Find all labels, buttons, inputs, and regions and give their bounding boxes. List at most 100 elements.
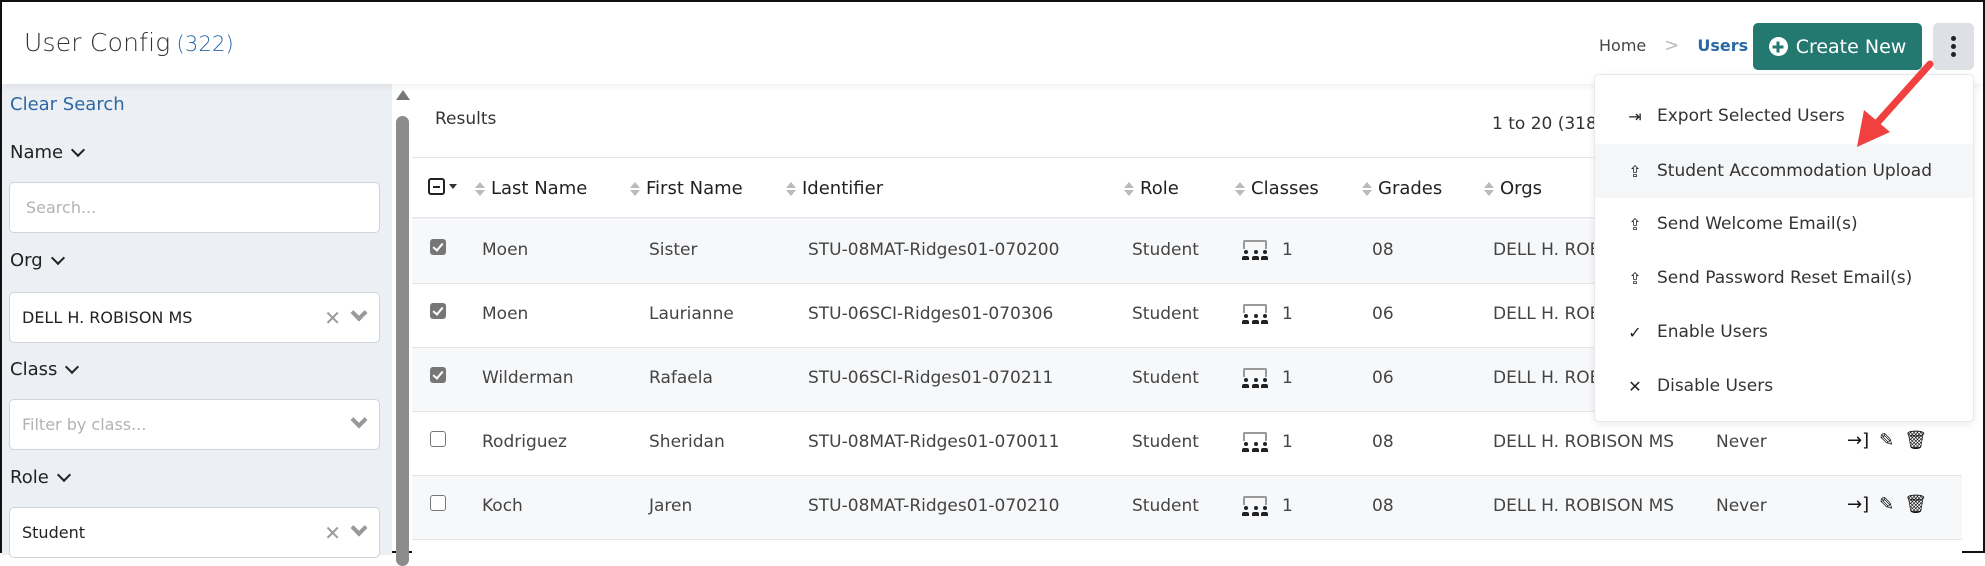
column-role[interactable]: Role — [1124, 178, 1179, 199]
table-row[interactable]: Koch Jaren STU-08MAT-Ridges01-070210 Studen… — [412, 476, 1962, 540]
sort-icon — [1235, 181, 1245, 196]
column-label: Identifier — [802, 178, 884, 199]
column-label: Last Name — [491, 178, 588, 199]
cell-last-name: Koch — [482, 496, 523, 516]
partial-checkbox-icon — [428, 178, 445, 195]
filter-class-toggle[interactable]: Class — [10, 359, 80, 380]
chevron-down-icon — [71, 142, 86, 158]
sort-icon — [630, 181, 640, 196]
sidebar-scrollbar[interactable] — [394, 88, 410, 566]
class-select-placeholder: Filter by class... — [22, 415, 147, 434]
caret-down-icon — [449, 184, 457, 189]
cell-identifier: STU-06SCI-Ridges01-070211 — [808, 368, 1054, 388]
cell-first-name: Sheridan — [649, 432, 725, 452]
page-header: User Config (322) Home > Users Create New — [2, 2, 1983, 84]
more-actions-menu: ⇥ Export Selected Users ⇪ Student Accommoda… — [1594, 74, 1974, 422]
impersonate-icon[interactable]: →] — [1847, 494, 1869, 515]
pagination-summary: 1 to 20 (318 — [1492, 114, 1597, 134]
trash-icon[interactable]: 🗑 — [1904, 494, 1927, 515]
name-search-input[interactable]: Search... — [9, 182, 380, 233]
cell-classes[interactable]: 1 — [1242, 304, 1293, 324]
cell-first-name: Laurianne — [649, 304, 734, 324]
class-select[interactable]: Filter by class... — [9, 399, 380, 450]
cell-identifier: STU-08MAT-Ridges01-070210 — [808, 496, 1060, 516]
scroll-up-arrow-icon[interactable] — [396, 90, 410, 100]
impersonate-icon[interactable]: →] — [1847, 430, 1869, 451]
create-new-label: Create New — [1795, 35, 1907, 58]
cell-last-name: Wilderman — [482, 368, 574, 388]
row-checkbox[interactable] — [430, 239, 446, 255]
column-grades[interactable]: Grades — [1362, 178, 1442, 199]
menu-item-label: Disable Users — [1657, 376, 1774, 396]
org-select[interactable]: DELL H. ROBISON MS ✕ — [9, 292, 380, 343]
sort-icon — [1484, 181, 1494, 196]
column-first-name[interactable]: First Name — [630, 178, 743, 199]
kebab-dot-icon — [1951, 52, 1956, 57]
trash-icon[interactable]: 🗑 — [1904, 430, 1927, 451]
cell-role: Student — [1132, 240, 1199, 260]
chevron-down-icon[interactable] — [350, 304, 368, 322]
cell-classes[interactable]: 1 — [1242, 368, 1293, 388]
cell-identifier: STU-08MAT-Ridges01-070011 — [808, 432, 1060, 452]
create-new-button[interactable]: Create New — [1753, 23, 1922, 70]
edit-icon[interactable]: ✎ — [1879, 430, 1894, 451]
cell-role: Student — [1132, 304, 1199, 324]
more-actions-button[interactable] — [1933, 23, 1974, 70]
column-identifier[interactable]: Identifier — [786, 178, 883, 199]
filter-org-toggle[interactable]: Org — [10, 250, 65, 271]
menu-item-send-welcome-email-s[interactable]: ⇪ Send Welcome Email(s) — [1595, 197, 1973, 251]
row-actions: →] ✎ 🗑 — [1847, 494, 1927, 515]
cell-last-name: Moen — [482, 240, 529, 260]
row-checkbox[interactable] — [430, 495, 446, 511]
export-icon: ⇥ — [1628, 106, 1642, 126]
breadcrumb: Home > Users — [1599, 35, 1748, 56]
clear-search-link[interactable]: Clear Search — [10, 94, 125, 115]
filter-class-label: Class — [10, 359, 58, 380]
chevron-down-icon[interactable] — [350, 411, 368, 429]
cell-grades: 06 — [1372, 368, 1394, 388]
classroom-icon — [1242, 240, 1268, 260]
clear-role-icon[interactable]: ✕ — [324, 521, 341, 545]
column-last-name[interactable]: Last Name — [475, 178, 587, 199]
kebab-dot-icon — [1951, 44, 1956, 49]
cell-classes[interactable]: 1 — [1242, 240, 1293, 260]
menu-item-enable-users[interactable]: ✓ Enable Users — [1595, 305, 1973, 359]
results-heading: Results — [435, 109, 497, 129]
filter-role-label: Role — [10, 467, 49, 488]
menu-item-label: Student Accommodation Upload — [1657, 161, 1933, 181]
sort-icon — [475, 181, 485, 196]
plus-circle-icon — [1768, 37, 1788, 56]
page-title: User Config (322) — [24, 28, 234, 57]
filter-role-toggle[interactable]: Role — [10, 467, 71, 488]
cell-last-name: Rodriguez — [482, 432, 567, 452]
column-classes[interactable]: Classes — [1235, 178, 1319, 199]
select-all-dropdown[interactable] — [428, 178, 457, 195]
clear-org-icon[interactable]: ✕ — [324, 306, 341, 330]
scrollbar-thumb[interactable] — [396, 116, 409, 566]
row-checkbox[interactable] — [430, 367, 446, 383]
cell-identifier: STU-08MAT-Ridges01-070200 — [808, 240, 1060, 260]
role-select[interactable]: Student ✕ — [9, 507, 380, 558]
menu-item-send-password-reset-email-s[interactable]: ⇪ Send Password Reset Email(s) — [1595, 251, 1973, 305]
sort-icon — [1362, 181, 1372, 196]
row-checkbox[interactable] — [430, 431, 446, 447]
breadcrumb-home[interactable]: Home — [1599, 36, 1646, 55]
classroom-icon — [1242, 496, 1268, 516]
column-label: Grades — [1378, 178, 1443, 199]
cell-classes[interactable]: 1 — [1242, 496, 1293, 516]
cell-classes[interactable]: 1 — [1242, 432, 1293, 452]
breadcrumb-users[interactable]: Users — [1697, 36, 1748, 55]
menu-item-disable-users[interactable]: ✕ Disable Users — [1595, 359, 1973, 413]
column-label: Role — [1140, 178, 1179, 199]
edit-icon[interactable]: ✎ — [1879, 494, 1894, 515]
classes-count: 1 — [1282, 368, 1293, 388]
filter-name-toggle[interactable]: Name — [10, 142, 86, 163]
menu-item-student-accommodation-upload[interactable]: ⇪ Student Accommodation Upload — [1595, 144, 1973, 198]
column-orgs[interactable]: Orgs — [1484, 178, 1542, 199]
row-checkbox[interactable] — [430, 303, 446, 319]
cell-last-login: Never — [1716, 432, 1767, 452]
chevron-down-icon[interactable] — [350, 519, 368, 537]
menu-item-export-selected-users[interactable]: ⇥ Export Selected Users — [1595, 89, 1973, 143]
chevron-down-icon — [50, 250, 65, 266]
cell-orgs: DELL H. ROB — [1493, 368, 1602, 388]
